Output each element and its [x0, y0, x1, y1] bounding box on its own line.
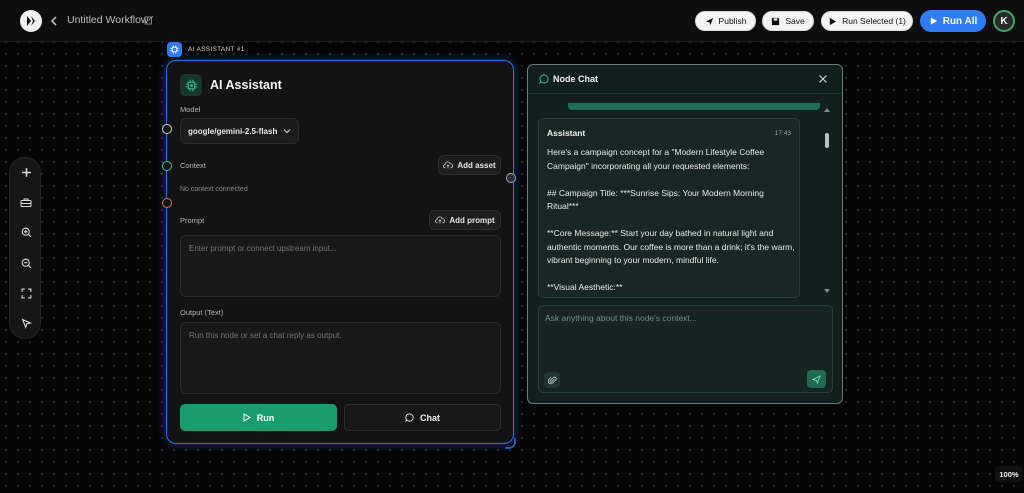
add-asset-button[interactable]: Add asset [438, 155, 501, 175]
cloud-upload-icon [443, 161, 454, 169]
message-paragraph: ## Campaign Title: ***Sunrise Sips: Your… [547, 187, 764, 212]
edit-icon[interactable] [144, 15, 154, 25]
play-icon [243, 413, 251, 422]
chat-input[interactable]: Ask anything about this node's context..… [545, 313, 697, 323]
play-icon [829, 17, 837, 25]
previous-message [568, 103, 820, 110]
prompt-label: Prompt [180, 216, 205, 225]
chat-bubble-icon [405, 413, 414, 422]
run-all-label: Run All [942, 15, 978, 27]
toolbox-icon [20, 198, 32, 207]
context-label: Context [180, 161, 206, 170]
output-port[interactable] [506, 173, 516, 183]
save-label: Save [785, 16, 805, 26]
add-prompt-button[interactable]: Add prompt [429, 210, 501, 230]
chat-title: Node Chat [553, 74, 598, 84]
chat-bubble-icon [539, 74, 549, 84]
zoom-level[interactable]: 100% [995, 466, 1023, 482]
toolbox-button[interactable] [18, 194, 34, 210]
node-chat-panel: Node Chat Assistant 17:43 Here's a campa… [527, 64, 843, 404]
node-title: AI Assistant [210, 78, 282, 92]
back-button[interactable] [47, 13, 61, 29]
model-input-port[interactable] [162, 124, 172, 134]
chip-icon [180, 74, 202, 96]
add-prompt-label: Add prompt [449, 215, 495, 225]
workflow-title[interactable]: Untitled Workflow [67, 14, 149, 26]
add-asset-label: Add asset [457, 160, 496, 170]
publish-label: Publish [718, 16, 747, 26]
output-label: Output (Text) [180, 308, 224, 317]
top-bar: Untitled Workflow Publish Save Run Selec… [0, 0, 1024, 42]
output-field[interactable] [180, 322, 501, 394]
chat-input-box[interactable]: Ask anything about this node's context..… [538, 305, 833, 393]
message-author: Assistant [547, 128, 586, 138]
chevron-down-icon [283, 129, 291, 134]
assistant-message: Assistant 17:43 Here's a campaign concep… [538, 118, 800, 298]
avatar[interactable]: K [993, 10, 1015, 32]
send-button[interactable] [807, 370, 826, 388]
cursor-icon [21, 318, 32, 329]
zoom-out-button[interactable] [18, 255, 34, 271]
zoom-out-icon [21, 258, 31, 268]
chat-scrollbar[interactable] [823, 105, 831, 297]
select-tool-button[interactable] [18, 315, 34, 331]
model-select[interactable]: google/gemini-2.5-flash [180, 118, 299, 144]
model-value: google/gemini-2.5-flash [188, 126, 278, 136]
app-logo[interactable] [20, 10, 42, 32]
attach-button[interactable] [544, 372, 560, 388]
context-empty-text: No context connected [180, 186, 248, 193]
node-tag-label: AI ASSISTANT #1 [188, 45, 245, 53]
run-label: Run [256, 412, 275, 423]
paperclip-icon [547, 376, 557, 384]
run-all-button[interactable]: Run All [920, 10, 986, 32]
prompt-input[interactable] [180, 235, 501, 297]
zoom-in-icon [21, 227, 31, 237]
context-input-port[interactable] [162, 161, 172, 171]
prompt-input-port[interactable] [162, 198, 172, 208]
message-paragraph: **Core Message:** Start your day bathed … [547, 228, 795, 265]
chat-button[interactable]: Chat [344, 404, 501, 431]
run-selected-label: Run Selected (1) [842, 16, 906, 26]
send-icon [705, 17, 713, 25]
publish-button[interactable]: Publish [695, 11, 756, 31]
logo-icon [27, 16, 35, 26]
chat-label: Chat [420, 412, 440, 423]
cloud-upload-icon [435, 216, 446, 224]
message-paragraph: **Visual Aesthetic:** [547, 282, 623, 292]
chat-header: Node Chat [528, 65, 842, 94]
fit-view-button[interactable] [18, 285, 34, 301]
run-selected-button[interactable]: Run Selected (1) [821, 11, 913, 31]
chip-icon [167, 41, 182, 57]
scrollbar-arrows-icon [824, 108, 830, 293]
chevron-left-icon [50, 16, 57, 26]
expand-icon [21, 288, 31, 298]
message-body: Here's a campaign concept for a "Modern … [547, 146, 797, 297]
model-label: Model [180, 105, 201, 114]
canvas-toolbar [9, 157, 41, 339]
save-icon [772, 17, 780, 25]
resize-handle-icon[interactable] [503, 436, 517, 450]
message-paragraph: Here's a campaign concept for a "Modern … [547, 147, 765, 171]
plus-icon [21, 167, 31, 177]
play-icon [930, 17, 937, 25]
add-node-button[interactable] [18, 164, 34, 180]
send-icon [812, 374, 821, 384]
zoom-in-button[interactable] [18, 224, 34, 240]
ai-assistant-node[interactable]: AI Assistant Model google/gemini-2.5-fla… [166, 60, 514, 444]
node-tag: AI ASSISTANT #1 [167, 41, 245, 57]
run-button[interactable]: Run [180, 404, 337, 431]
close-icon[interactable] [818, 74, 828, 84]
save-button[interactable]: Save [762, 11, 814, 31]
message-time: 17:43 [774, 130, 791, 137]
